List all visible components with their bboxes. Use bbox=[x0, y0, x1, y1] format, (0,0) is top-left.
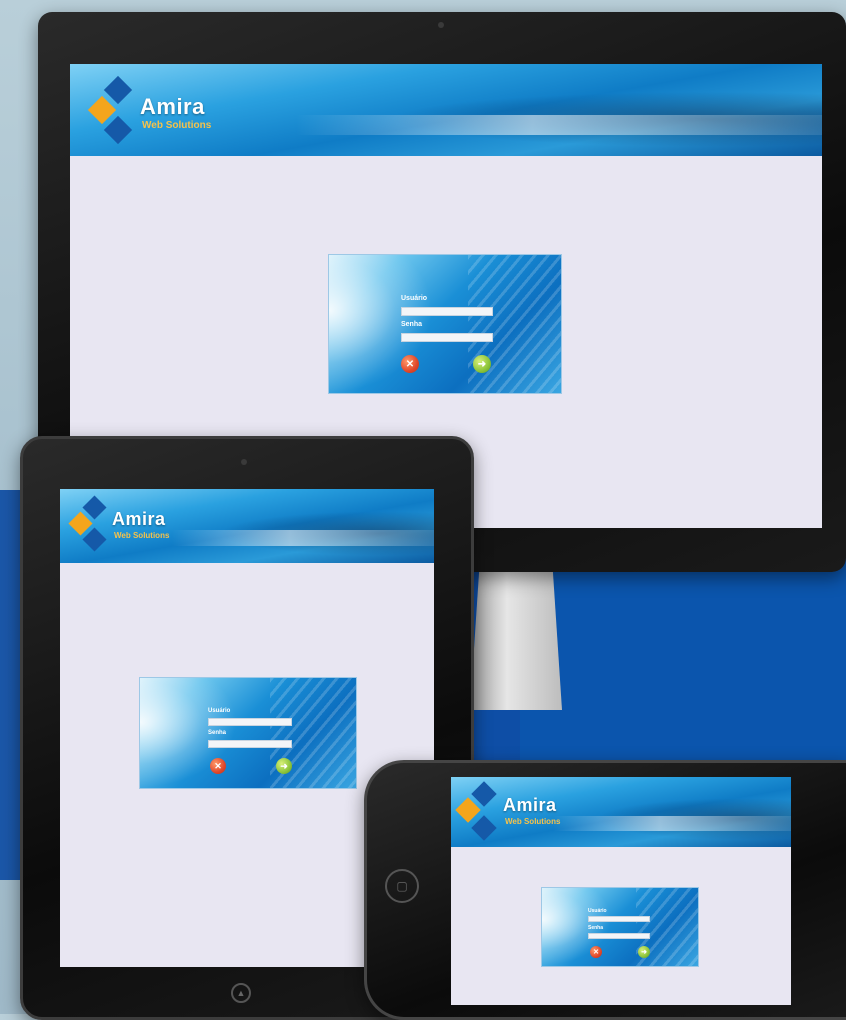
brand-tagline: Web Solutions bbox=[142, 120, 212, 131]
password-field[interactable] bbox=[588, 933, 650, 939]
confirm-button[interactable]: ➜ bbox=[276, 758, 292, 774]
brand-logo: Amira Web Solutions bbox=[64, 495, 224, 559]
logo-diamond-left bbox=[455, 797, 481, 823]
username-label: Usuário bbox=[588, 908, 607, 914]
confirm-icon: ➜ bbox=[477, 358, 487, 370]
tablet-camera bbox=[241, 459, 247, 465]
confirm-button[interactable]: ➜ bbox=[473, 355, 491, 373]
cancel-icon: ✕ bbox=[593, 949, 599, 956]
home-icon: ▢ bbox=[396, 879, 408, 893]
password-field[interactable] bbox=[208, 740, 292, 748]
cancel-button[interactable]: ✕ bbox=[401, 355, 419, 373]
brand-name: Amira bbox=[112, 509, 166, 529]
brand-logo: Amira Web Solutions bbox=[451, 781, 611, 845]
password-label: Senha bbox=[588, 925, 604, 931]
logo-diamond-bottom bbox=[103, 115, 133, 145]
password-label: Senha bbox=[401, 321, 423, 328]
brand-tagline: Web Solutions bbox=[114, 531, 170, 540]
username-label: Usuário bbox=[208, 708, 231, 714]
tablet-header-banner: Amira Web Solutions bbox=[60, 489, 434, 563]
cancel-icon: ✕ bbox=[405, 358, 415, 370]
brand-logo: Amira Web Solutions bbox=[86, 74, 276, 145]
phone-screen: Amira Web Solutions Usuário Senha ✕ ➜ bbox=[451, 777, 791, 1005]
cancel-button[interactable]: ✕ bbox=[590, 946, 602, 958]
password-label: Senha bbox=[208, 730, 227, 736]
login-panel: Usuário Senha ✕ ➜ bbox=[328, 254, 562, 394]
cancel-button[interactable]: ✕ bbox=[210, 758, 226, 774]
username-field[interactable] bbox=[588, 916, 650, 922]
username-label: Usuário bbox=[401, 295, 428, 302]
background-blue-block bbox=[520, 560, 846, 760]
logo-diamond-top bbox=[82, 495, 107, 520]
logo-diamond-bottom bbox=[471, 815, 497, 841]
desktop-header-banner: Amira Web Solutions bbox=[70, 64, 822, 156]
username-field[interactable] bbox=[208, 718, 292, 726]
cancel-icon: ✕ bbox=[214, 760, 222, 771]
confirm-icon: ➜ bbox=[641, 949, 647, 956]
confirm-icon: ➜ bbox=[280, 760, 288, 771]
phone-header-banner: Amira Web Solutions bbox=[451, 777, 791, 847]
login-panel: Usuário Senha ✕ ➜ bbox=[541, 887, 699, 967]
tablet-home-button[interactable]: ▲ bbox=[231, 983, 251, 1003]
logo-diamond-top bbox=[471, 781, 497, 807]
password-field[interactable] bbox=[401, 333, 493, 342]
brand-tagline: Web Solutions bbox=[505, 817, 561, 826]
phone-home-button[interactable]: ▢ bbox=[385, 869, 419, 903]
logo-diamond-left bbox=[87, 95, 117, 125]
monitor-stand bbox=[470, 570, 562, 710]
monitor-camera bbox=[438, 22, 444, 28]
username-field[interactable] bbox=[401, 307, 493, 316]
logo-diamond-top bbox=[103, 75, 133, 105]
home-icon: ▲ bbox=[236, 988, 246, 998]
confirm-button[interactable]: ➜ bbox=[638, 946, 650, 958]
brand-name: Amira bbox=[140, 94, 205, 119]
smartphone: ▢ Amira Web Solutions Usuário Senha ✕ ➜ bbox=[364, 760, 846, 1020]
brand-name: Amira bbox=[503, 795, 557, 815]
logo-diamond-bottom bbox=[82, 527, 107, 552]
login-panel: Usuário Senha ✕ ➜ bbox=[139, 677, 357, 789]
